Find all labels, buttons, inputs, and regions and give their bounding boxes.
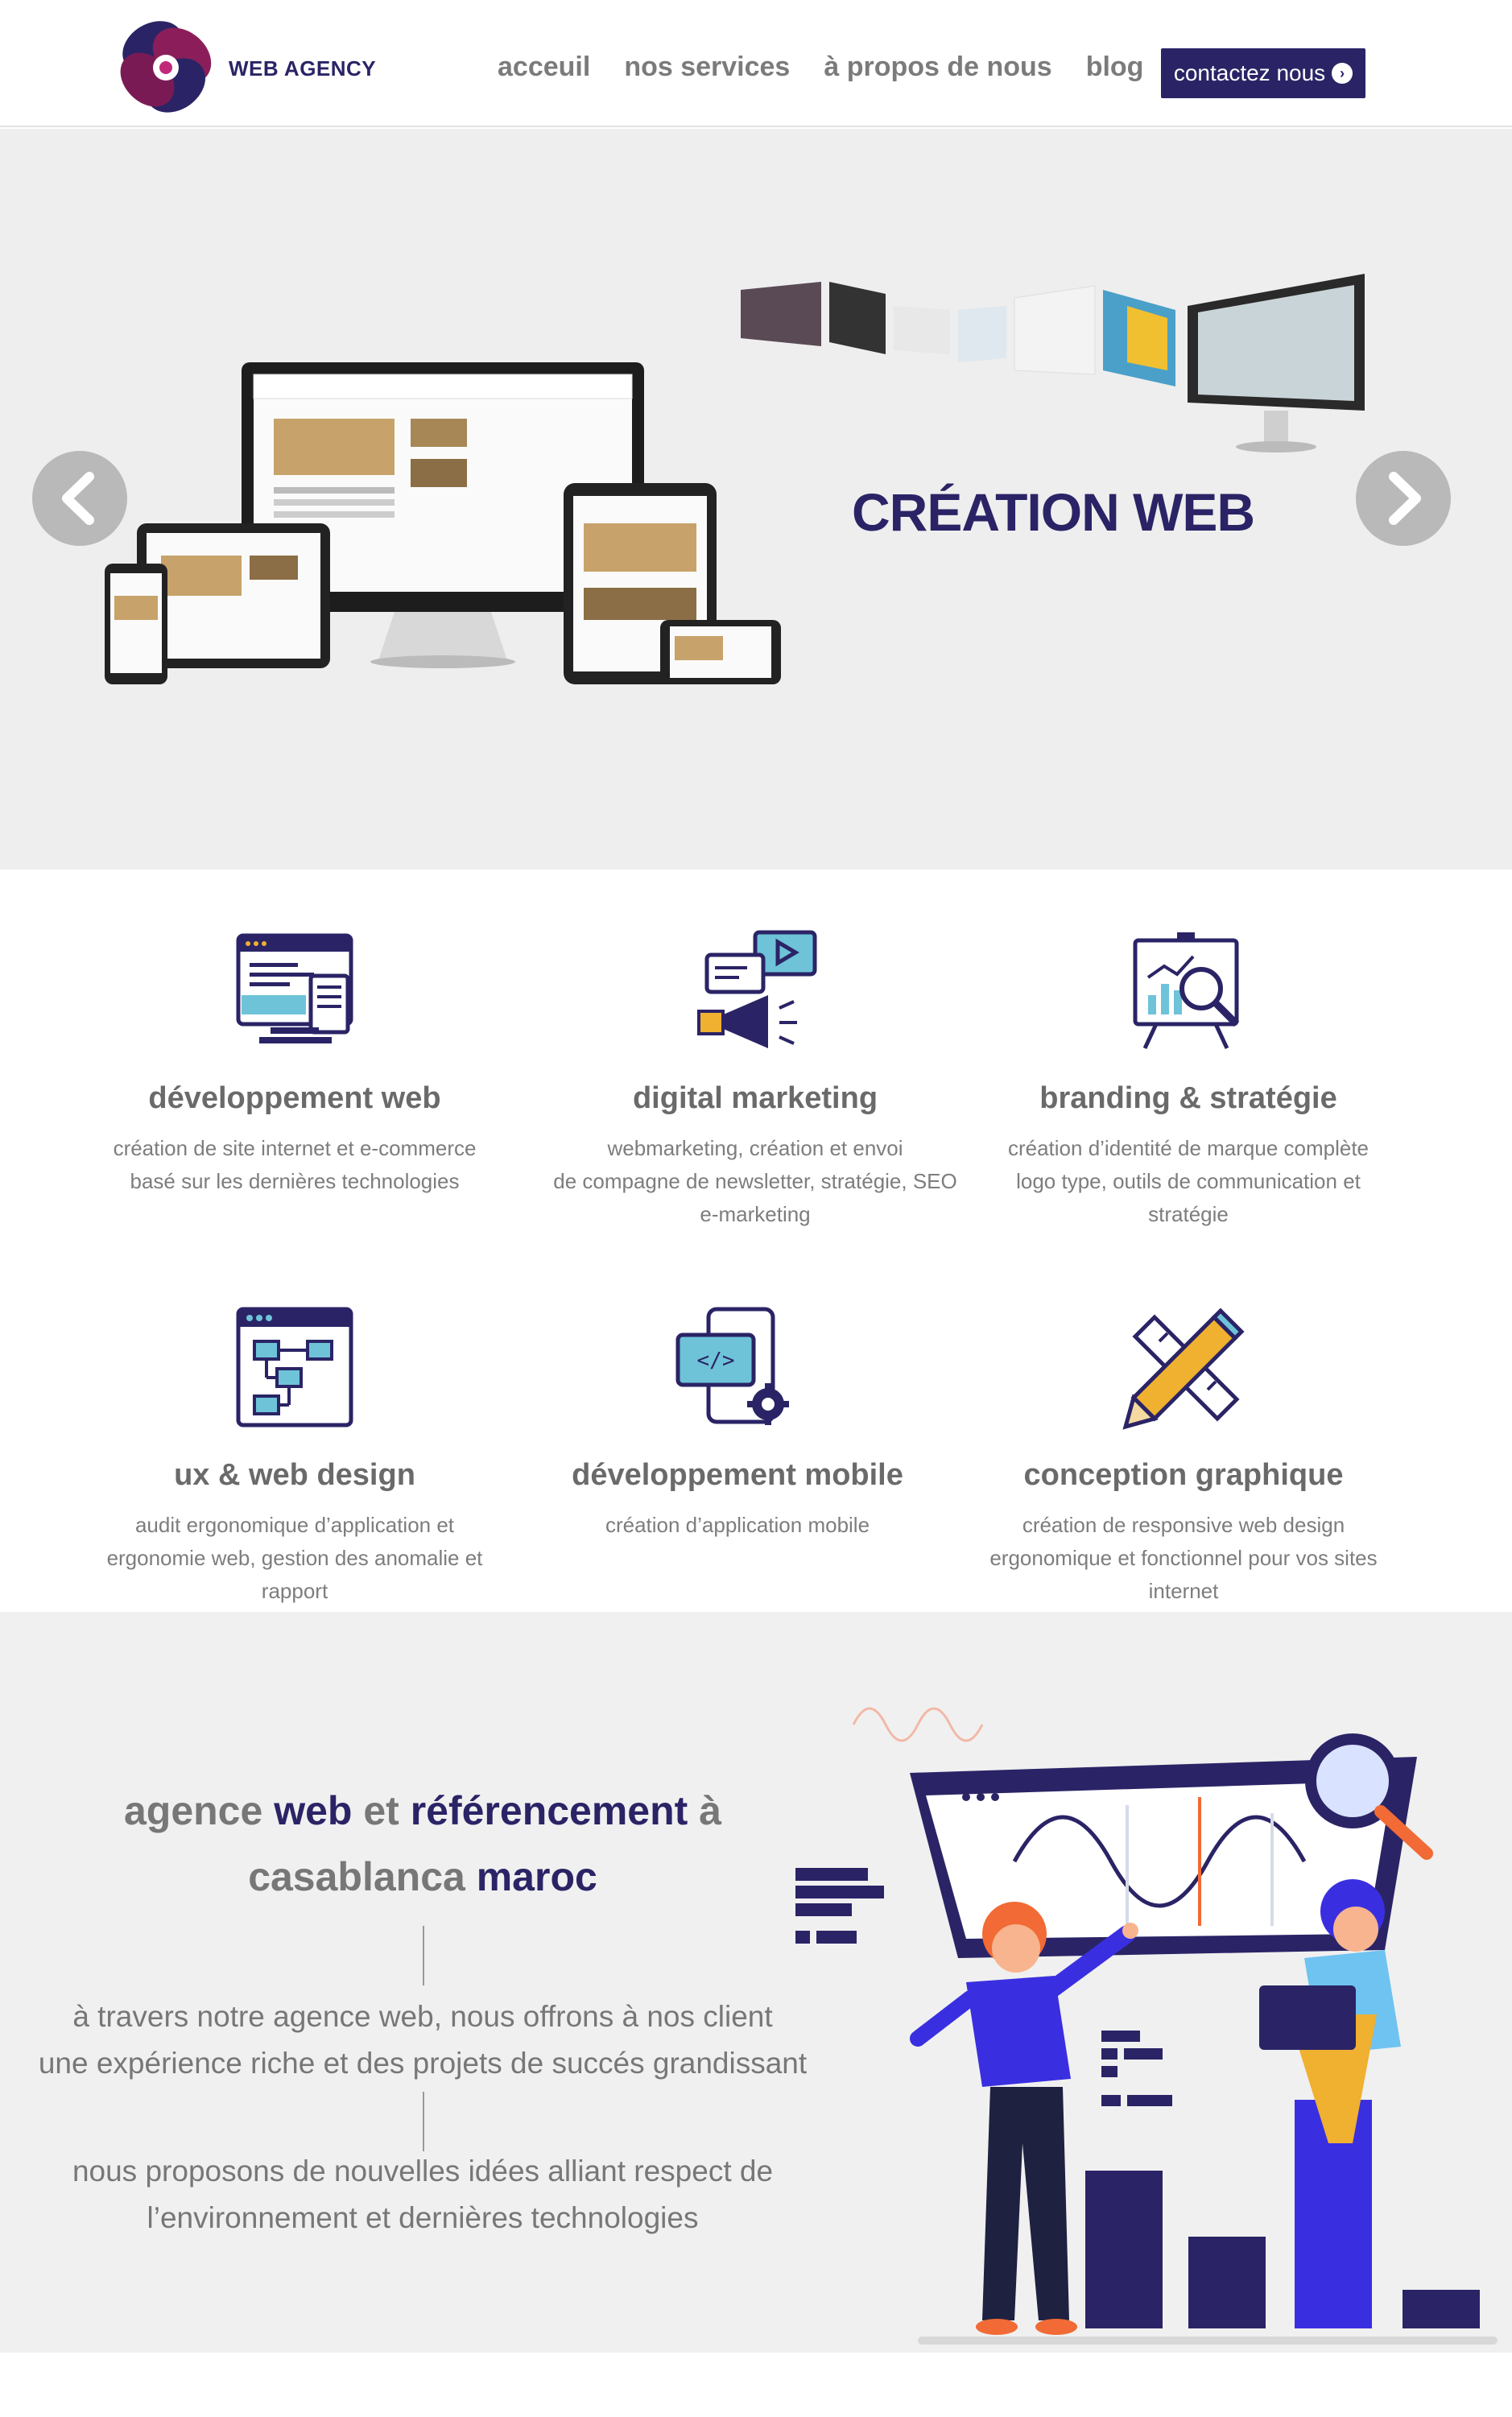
title-part: casablanca xyxy=(248,1854,477,1899)
monitor-code-icon xyxy=(236,933,353,1043)
agency-logo[interactable] xyxy=(111,11,224,121)
svg-text:</>: </> xyxy=(697,1349,735,1373)
title-highlight: référencement xyxy=(410,1788,688,1833)
services-section: développement web création de site inter… xyxy=(0,870,1512,1612)
about-paragraph-1: à travers notre agence web, nous offrons… xyxy=(38,2000,808,2080)
nav-blog[interactable]: blog xyxy=(1086,53,1144,81)
nav-services[interactable]: nos services xyxy=(624,53,790,81)
contact-button[interactable]: contactez nous › xyxy=(1161,48,1365,98)
chevron-right-circle-icon: › xyxy=(1332,63,1353,84)
about-title: agence web et référencement à casablanca… xyxy=(48,1778,797,1910)
pencil-ruler-icon xyxy=(1122,1308,1245,1430)
about-paragraph-2: nous proposons de nouvelles idées allian… xyxy=(72,2155,774,2234)
nav-about[interactable]: à propos de nous xyxy=(824,53,1051,81)
hero-slider: CRÉATION WEB xyxy=(0,129,1512,870)
chevron-right-icon xyxy=(1389,472,1421,525)
brand-name: WEB AGENCY xyxy=(229,56,377,81)
main-nav: acceuil nos services à propos de nous bl… xyxy=(498,53,1143,81)
title-highlight: maroc xyxy=(476,1854,597,1899)
site-header: WEB AGENCY acceuil nos services à propos… xyxy=(0,0,1512,127)
divider xyxy=(423,2092,424,2151)
slider-next-button[interactable] xyxy=(1356,451,1451,546)
megaphone-video-icon xyxy=(697,930,817,1048)
service-description: création d’application mobile xyxy=(605,1513,870,1537)
service-card-mobile-dev[interactable]: </> développement mobile création d’appl… xyxy=(520,1304,955,1542)
title-part: à xyxy=(688,1788,722,1833)
divider xyxy=(423,1926,424,1985)
flowchart-window-icon xyxy=(236,1307,353,1427)
service-card-ux-design[interactable]: ux & web design audit ergonomique d’appl… xyxy=(77,1304,512,1608)
chevron-left-icon xyxy=(62,472,94,525)
service-title: développement mobile xyxy=(572,1458,903,1492)
service-card-branding[interactable]: branding & stratégie création d’identité… xyxy=(971,928,1406,1231)
service-card-digital-marketing[interactable]: digital marketing webmarketing, création… xyxy=(538,928,973,1231)
about-section: agence web et référencement à casablanca… xyxy=(0,1612,1512,2353)
service-description: création de responsive web design ergono… xyxy=(989,1513,1378,1603)
service-description: création d’identité de marque complète l… xyxy=(1007,1136,1369,1226)
service-title: digital marketing xyxy=(632,1081,878,1115)
title-highlight: web xyxy=(274,1788,353,1833)
service-title: conception graphique xyxy=(1023,1458,1344,1492)
team-analytics-illustration xyxy=(795,1707,1498,2345)
service-card-graphic-design[interactable]: conception graphique création de respons… xyxy=(966,1304,1401,1608)
service-title: ux & web design xyxy=(174,1458,415,1492)
service-description: création de site internet et e-commerce … xyxy=(113,1136,477,1193)
service-description: audit ergonomique d’application et ergon… xyxy=(106,1513,483,1603)
nav-acceuil[interactable]: acceuil xyxy=(498,53,590,81)
service-title: branding & stratégie xyxy=(1039,1081,1337,1115)
service-title: développement web xyxy=(148,1081,441,1115)
slide-title: CRÉATION WEB xyxy=(852,482,1255,542)
service-card-web-dev[interactable]: développement web création de site inter… xyxy=(77,928,512,1198)
contact-button-label: contactez nous xyxy=(1173,60,1326,85)
service-description: webmarketing, création et envoi de compa… xyxy=(553,1136,957,1226)
title-part: et xyxy=(352,1788,411,1833)
responsive-devices-image xyxy=(105,362,781,684)
website-strip-image xyxy=(741,274,1365,452)
mobile-code-gear-icon: </> xyxy=(675,1307,789,1425)
title-part: agence xyxy=(123,1788,275,1833)
chart-magnifier-icon xyxy=(1133,932,1240,1050)
